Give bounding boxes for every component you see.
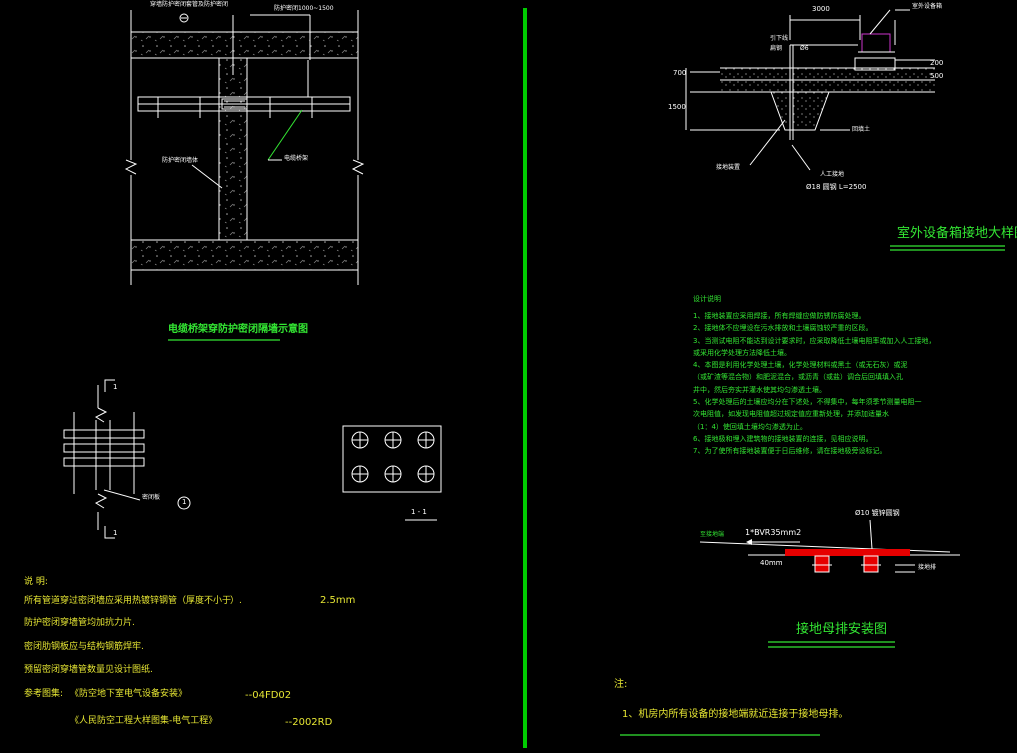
section-marker-top: 1: [113, 383, 118, 391]
design-note-item: 次电阻值，如发现电阻值超过规定值应重新处理，并添加适量水: [693, 410, 889, 419]
wall-section-drawing: [124, 10, 365, 285]
notes-heading: 说 明:: [24, 577, 48, 587]
bottom-note-item: 1、机房内所有设备的接地端就近连接于接地母排。: [622, 709, 849, 720]
dim-200: 200: [930, 59, 944, 67]
design-notes-list: 1、接地装置应采用焊接，所有焊缝应做防锈防腐处理。 2、接地体不应埋设在污水排放…: [693, 310, 935, 458]
note-line-2: 防护密闭穿墙管均加抗力片.: [24, 618, 135, 628]
plate-holes: [351, 431, 435, 483]
grounding-detail-title: 室外设备箱接地大样图: [897, 226, 1017, 241]
sleeve-detail-drawing: [63, 379, 442, 539]
busbar-title: 接地母排安装图: [796, 622, 888, 637]
flat-steel-label: 扁钢: [770, 45, 783, 52]
width-40mm-label: 40mm: [760, 559, 783, 567]
dim-range-label: 防护密闭1000~1500: [274, 5, 334, 12]
design-note-item: 井中，然后夯实并灌水使其均匀渗透土壤。: [693, 385, 826, 394]
diameter-label: Ø6: [800, 45, 809, 52]
design-note-item: 1、接地装置应采用焊接，所有焊缝应做防锈防腐处理。: [693, 312, 866, 320]
outdoor-box-label: 室外设备箱: [912, 3, 943, 10]
dim-700: 700: [673, 69, 687, 77]
dim-3000: 3000: [812, 5, 830, 13]
design-note-item: 4、本图是利用化学处理土壤，化学处理材料或黑土（或无石灰）或泥: [693, 361, 908, 370]
design-note-item: 7、为了使所有接地装置便于日后维修，请在接地极旁设标记。: [693, 447, 887, 456]
note-line-3: 密闭肋钢板应与结构钢筋焊牢.: [24, 642, 144, 652]
backfill-label: 回填土: [852, 126, 871, 133]
design-note-item: 或采用化学处理方法降低土壤。: [693, 348, 791, 357]
note-line-1-value: 2.5mm: [320, 595, 356, 606]
sealing-plate-label: 密闭板: [142, 494, 161, 501]
design-note-item: （或矿渣等混合物）和肥泥混合，或沥青（或盐）调合后回填填入孔: [693, 373, 903, 382]
reference-2-code: --2002RD: [285, 717, 333, 728]
ground-device-label: 接地装置: [716, 164, 741, 171]
busbar-label: 接地排: [918, 564, 937, 571]
bottom-note-heading: 注:: [614, 679, 628, 690]
section-marker-bottom: 1: [113, 529, 118, 537]
wall-label: 防护密闭墙体: [162, 157, 199, 164]
note-line-1: 所有管道穿过密闭墙应采用热镀锌钢管（厚度不小于: [24, 596, 232, 606]
design-note-item: 3、当测试电阻不能达到设计要求时，应采取降低土壤电阻率或加入人工接地，: [693, 336, 936, 345]
top-sleeve-label: 穿墙防护密闭套管及防护密闭: [150, 1, 229, 8]
note-line-1-tail: ）.: [230, 596, 242, 606]
rod-spec-label: Ø18 圆钢 L=2500: [806, 183, 867, 191]
reference-label: 参考图集:: [24, 689, 64, 699]
grounding-detail-drawing: [685, 9, 935, 171]
bolt-label: Ø10 镀锌圆钢: [855, 509, 900, 517]
reference-1: 《防空地下室电气设备安装》: [70, 689, 188, 699]
dim-500: 500: [930, 72, 944, 80]
to-ground-end-label: 至接地端: [700, 531, 725, 538]
note-line-4: 预留密闭穿墙管数量见设计图纸.: [24, 665, 153, 675]
design-note-item: 6、接地极和埋入建筑物的接地装置的连接，见相应说明。: [693, 434, 873, 443]
artificial-ground-label: 人工接地: [820, 171, 845, 178]
reference-1-code: --04FD02: [245, 690, 292, 701]
wall-section-title: 电缆桥架穿防护密闭隔墙示意图: [168, 324, 308, 335]
reference-2: 《人民防空工程大样图集-电气工程》: [70, 716, 218, 726]
dim-1500: 1500: [668, 103, 686, 111]
cable-tray-label: 电缆桥架: [284, 155, 309, 162]
cable-spec-label: 1*BVR35mm2: [745, 528, 802, 537]
design-note-item: 5、化学处理后的土壤应均分在下述处，不得集中，每年须季节测量电阻一: [693, 398, 922, 407]
down-conductor-label: 引下线: [770, 35, 789, 42]
section-view-label: 1 - 1: [411, 508, 427, 516]
design-notes-heading: 设计说明: [693, 295, 721, 303]
detail-circle-label: 1: [182, 498, 187, 506]
design-note-item: 2、接地体不应埋设在污水排放和土壤腐蚀较严重的区段。: [693, 324, 873, 333]
design-note-item: （1：4）使回填土壤均匀渗透为止。: [693, 422, 807, 431]
